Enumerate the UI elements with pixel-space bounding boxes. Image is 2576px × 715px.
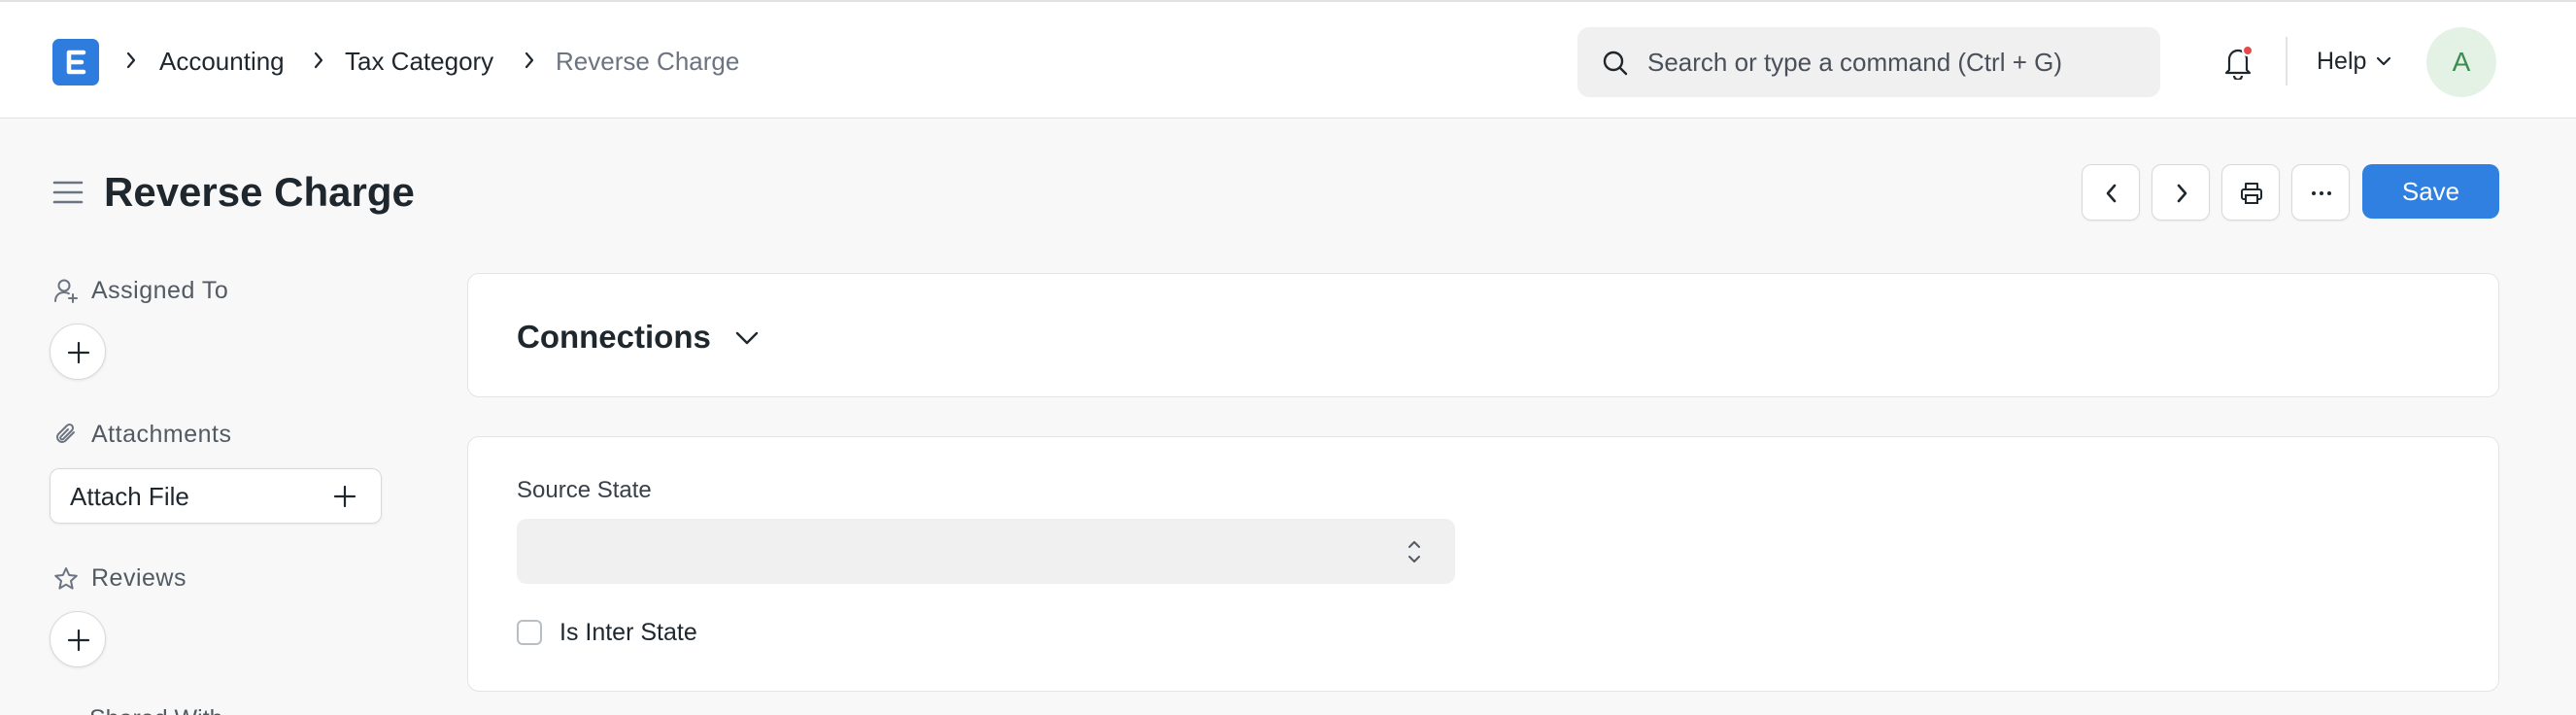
source-state-label: Source State xyxy=(517,477,652,503)
search-icon xyxy=(1603,51,1628,76)
save-button[interactable]: Save xyxy=(2362,164,2499,219)
more-horizontal-icon xyxy=(2312,191,2331,195)
breadcrumb-accounting[interactable]: Accounting xyxy=(159,45,285,78)
paperclip-icon xyxy=(56,423,75,443)
add-assignee-button[interactable] xyxy=(50,323,106,380)
navbar-divider xyxy=(2286,37,2288,85)
connections-title[interactable]: Connections xyxy=(517,318,711,357)
connections-card xyxy=(467,273,2499,397)
user-avatar[interactable]: A xyxy=(2426,27,2496,97)
chevron-right-icon xyxy=(2177,184,2187,203)
select-arrows-icon xyxy=(1408,541,1420,562)
help-menu[interactable]: Help xyxy=(2317,45,2366,78)
breadcrumb-chevron-icon xyxy=(525,51,534,69)
reviews-label: Reviews xyxy=(91,564,186,592)
assign-user-icon xyxy=(54,279,78,303)
plus-icon xyxy=(333,485,356,508)
shared-with-label: Shared With xyxy=(89,703,223,715)
search-bar[interactable]: Search or type a command (Ctrl + G) xyxy=(1577,27,2160,97)
print-button[interactable] xyxy=(2221,164,2280,221)
plus-icon xyxy=(67,341,90,364)
previous-doc-button[interactable] xyxy=(2082,164,2140,221)
printer-icon xyxy=(2241,183,2262,204)
breadcrumb-tax-category[interactable]: Tax Category xyxy=(345,45,493,78)
search-placeholder: Search or type a command (Ctrl + G) xyxy=(1647,48,2062,77)
is-inter-state-label[interactable]: Is Inter State xyxy=(559,618,697,647)
attach-file-label: Attach File xyxy=(70,482,189,511)
attach-file-button[interactable]: Attach File xyxy=(50,468,382,524)
sidebar-toggle-icon[interactable] xyxy=(52,179,84,206)
add-review-button[interactable] xyxy=(50,611,106,667)
erpnext-logo-icon xyxy=(66,50,86,75)
plus-icon xyxy=(67,629,90,652)
star-icon xyxy=(54,567,78,590)
breadcrumb-current[interactable]: Reverse Charge xyxy=(556,45,739,78)
chevron-down-icon[interactable] xyxy=(732,327,762,349)
chevron-left-icon xyxy=(2106,184,2117,203)
chevron-down-icon[interactable] xyxy=(2375,54,2392,68)
page-title: Reverse Charge xyxy=(104,169,415,215)
assigned-to-label: Assigned To xyxy=(91,277,229,304)
breadcrumb-chevron-icon xyxy=(126,51,136,69)
is-inter-state-checkbox[interactable] xyxy=(517,620,542,645)
attachments-label: Attachments xyxy=(91,421,232,448)
source-state-select[interactable] xyxy=(517,519,1455,584)
notification-bell-icon[interactable] xyxy=(2220,43,2255,80)
breadcrumb-chevron-icon xyxy=(314,51,323,69)
more-actions-button[interactable] xyxy=(2291,164,2350,221)
app-logo[interactable] xyxy=(52,39,99,85)
next-doc-button[interactable] xyxy=(2152,164,2210,221)
top-navbar: Accounting Tax Category Reverse Charge S… xyxy=(0,0,2576,119)
